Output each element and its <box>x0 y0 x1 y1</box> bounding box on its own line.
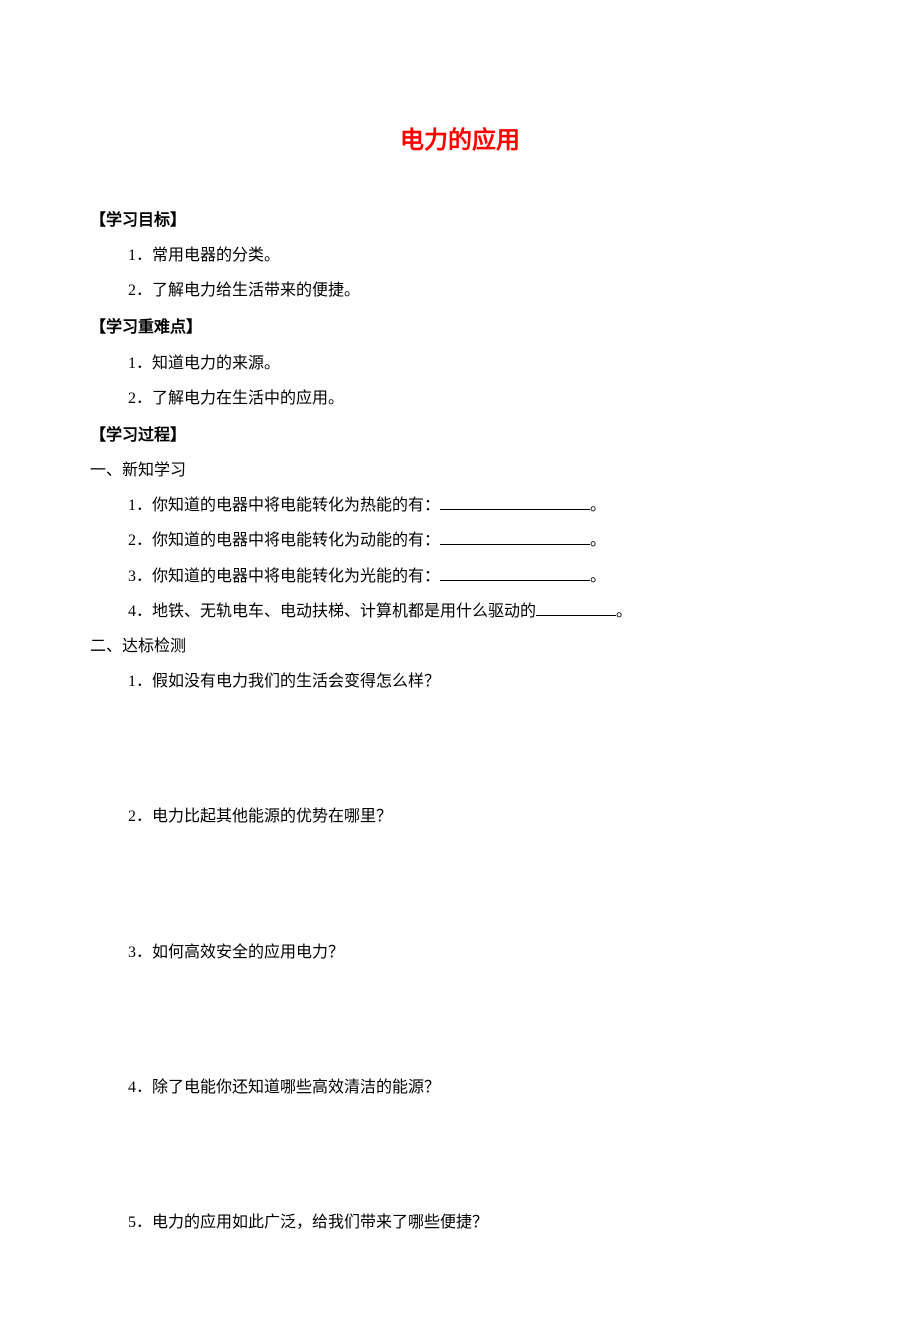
part1-q3: 3．你知道的电器中将电能转化为光能的有： 。 <box>90 559 830 594</box>
objectives-header: 【学习目标】 <box>90 203 830 238</box>
blank-line <box>440 494 590 510</box>
document-title: 电力的应用 <box>90 115 830 168</box>
part1-q2: 2．你知道的电器中将电能转化为动能的有： 。 <box>90 523 830 558</box>
keypoints-header: 【学习重难点】 <box>90 310 830 345</box>
keypoints-item-2: 2．了解电力在生活中的应用。 <box>90 381 830 416</box>
part2-label: 二、达标检测 <box>90 629 830 664</box>
part1-q4-post: 。 <box>616 603 632 620</box>
part1-q1-pre: 1．你知道的电器中将电能转化为热能的有： <box>128 497 440 514</box>
objectives-item-2: 2．了解电力给生活带来的便捷。 <box>90 273 830 308</box>
part2-q1: 1．假如没有电力我们的生活会变得怎么样？ <box>90 664 830 699</box>
part1-q2-post: 。 <box>590 532 606 549</box>
part1-label: 一、新知学习 <box>90 453 830 488</box>
process-header: 【学习过程】 <box>90 418 830 453</box>
part1-q4: 4．地铁、无轨电车、电动扶梯、计算机都是用什么驱动的 。 <box>90 594 830 629</box>
part2-q4: 4．除了电能你还知道哪些高效清洁的能源？ <box>90 1070 830 1105</box>
part1-q2-pre: 2．你知道的电器中将电能转化为动能的有： <box>128 532 440 549</box>
part1-q1-post: 。 <box>590 497 606 514</box>
part2-q2: 2．电力比起其他能源的优势在哪里？ <box>90 799 830 834</box>
blank-line <box>440 529 590 545</box>
keypoints-item-1: 1．知道电力的来源。 <box>90 346 830 381</box>
blank-line <box>440 565 590 581</box>
part1-q3-post: 。 <box>590 568 606 585</box>
part2-q3: 3．如何高效安全的应用电力？ <box>90 935 830 970</box>
blank-line <box>536 600 616 616</box>
objectives-item-1: 1．常用电器的分类。 <box>90 238 830 273</box>
part1-q3-pre: 3．你知道的电器中将电能转化为光能的有： <box>128 568 440 585</box>
part2-q5: 5．电力的应用如此广泛，给我们带来了哪些便捷？ <box>90 1205 830 1240</box>
part1-q1: 1．你知道的电器中将电能转化为热能的有： 。 <box>90 488 830 523</box>
part1-q4-pre: 4．地铁、无轨电车、电动扶梯、计算机都是用什么驱动的 <box>128 603 536 620</box>
